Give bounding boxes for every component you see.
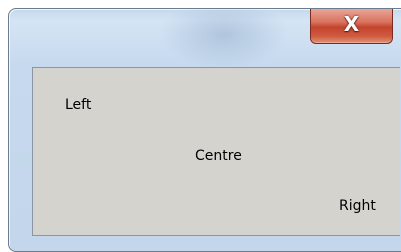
label-right: Right [339, 198, 376, 214]
client-area: Left Centre Right [32, 67, 400, 236]
app-window: X Left Centre Right [8, 8, 401, 252]
close-icon: X [343, 12, 360, 36]
close-button[interactable]: X [310, 9, 393, 44]
label-centre: Centre [195, 148, 242, 164]
label-left: Left [65, 97, 92, 113]
